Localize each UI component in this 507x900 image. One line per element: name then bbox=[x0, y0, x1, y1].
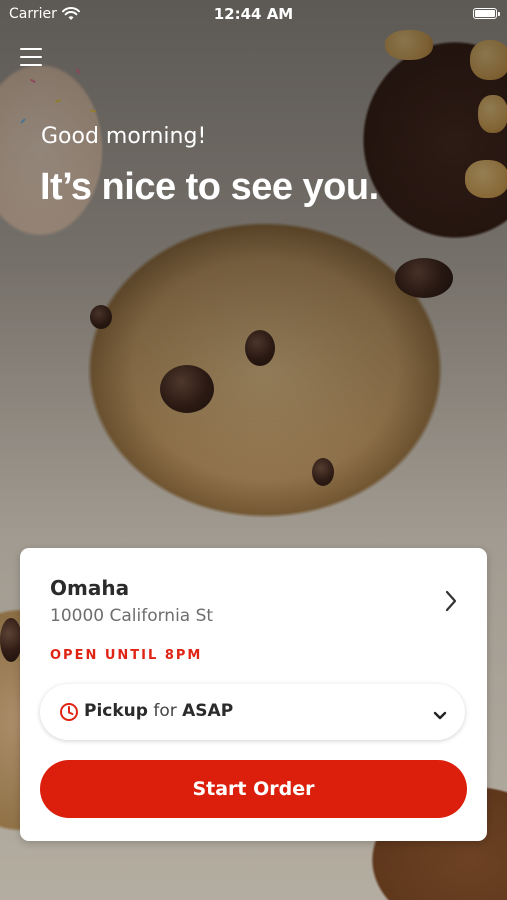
greeting-text: Good morning! bbox=[41, 124, 207, 149]
battery-icon bbox=[473, 8, 500, 19]
clock-icon bbox=[59, 702, 79, 726]
store-hours-status: OPEN UNTIL 8PM bbox=[50, 648, 203, 663]
location-name: Omaha bbox=[50, 576, 130, 600]
hamburger-menu-icon[interactable] bbox=[20, 48, 42, 66]
app-screen: Carrier 12:44 AM Good morning! It’s nice… bbox=[0, 0, 507, 900]
pickup-summary: Pickup for ASAP bbox=[84, 701, 233, 721]
order-method: Pickup bbox=[84, 701, 148, 721]
order-connector: for bbox=[153, 701, 177, 721]
status-bar: Carrier 12:44 AM bbox=[0, 0, 507, 28]
chevron-right-icon bbox=[445, 590, 457, 616]
location-address: 10000 California St bbox=[50, 606, 214, 626]
headline-text: It’s nice to see you. bbox=[40, 166, 379, 208]
chevron-down-icon bbox=[433, 706, 447, 725]
location-selector[interactable]: Omaha 10000 California St bbox=[20, 548, 487, 638]
order-time: ASAP bbox=[182, 701, 234, 721]
pickup-time-dropdown[interactable]: Pickup for ASAP bbox=[40, 684, 465, 740]
order-card: Omaha 10000 California St OPEN UNTIL 8PM… bbox=[20, 548, 487, 841]
clock-time: 12:44 AM bbox=[213, 5, 294, 23]
start-order-button[interactable]: Start Order bbox=[40, 760, 467, 818]
